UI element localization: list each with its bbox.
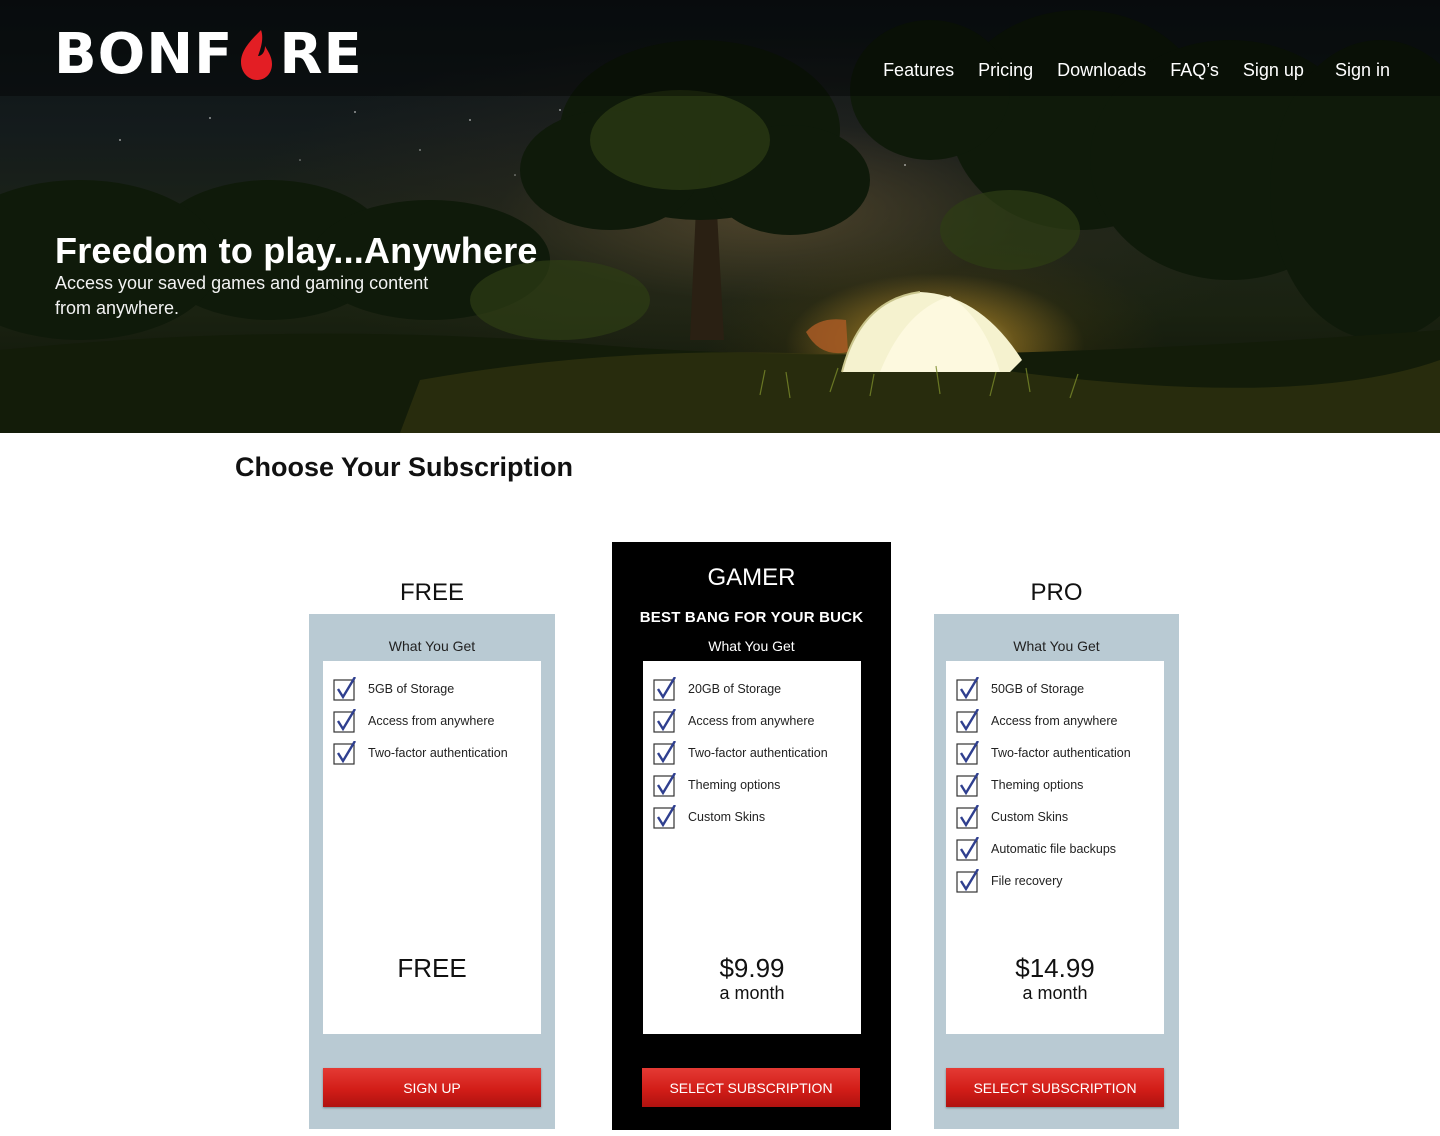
- checkbox-checked-icon: [653, 677, 677, 701]
- feature-item: Access from anywhere: [653, 709, 814, 733]
- feature-label: Two-factor authentication: [368, 746, 508, 760]
- flame-icon: [241, 30, 273, 80]
- plan-card-free: What You Get 5GB of Storage Access from …: [309, 614, 555, 1129]
- feature-label: Theming options: [688, 778, 781, 792]
- checkbox-checked-icon: [956, 805, 980, 829]
- feature-label: 20GB of Storage: [688, 682, 782, 696]
- feature-label: Theming options: [991, 778, 1084, 792]
- nav-faqs[interactable]: FAQ’s: [1170, 60, 1219, 81]
- checkbox-checked-icon: [956, 869, 980, 893]
- hero-banner: BONF RE Features Pricing Downloads FAQ’s…: [0, 0, 1440, 433]
- checkbox-checked-icon: [956, 773, 980, 797]
- section-title: Choose Your Subscription: [235, 452, 574, 482]
- checkbox-checked-icon: [333, 677, 357, 701]
- checkbox-checked-icon: [653, 805, 677, 829]
- feature-label: Access from anywhere: [688, 714, 815, 728]
- feature-panel: 20GB of Storage Access from anywhere Two…: [643, 661, 861, 1034]
- feature-label: 50GB of Storage: [991, 682, 1085, 696]
- plan-card-gamer: GAMER BEST BANG FOR YOUR BUCK What You G…: [612, 542, 891, 1130]
- checkbox-checked-icon: [956, 677, 980, 701]
- feature-label: Automatic file backups: [991, 842, 1117, 856]
- plan-tagline: BEST BANG FOR YOUR BUCK: [639, 609, 864, 626]
- feature-label: Two-factor authentication: [688, 746, 828, 760]
- select-subscription-gamer-button[interactable]: SELECT SUBSCRIPTION: [642, 1068, 860, 1107]
- feature-item: Automatic file backups: [956, 837, 1116, 861]
- feature-item: Custom Skins: [956, 805, 1068, 829]
- plan-price: FREE: [397, 953, 467, 983]
- feature-item: 20GB of Storage: [653, 677, 781, 701]
- hero-title: Freedom to play...Anywhere: [55, 230, 538, 271]
- checkbox-checked-icon: [333, 709, 357, 733]
- feature-item: Access from anywhere: [333, 709, 494, 733]
- plan-name-free: FREE: [399, 579, 464, 606]
- what-you-get-label: What You Get: [708, 638, 795, 654]
- nav-sign-up[interactable]: Sign up: [1243, 60, 1304, 81]
- nav-sign-in[interactable]: Sign in: [1335, 60, 1390, 81]
- plan-price: $14.99: [1015, 953, 1095, 983]
- plan-name-gamer: GAMER: [707, 564, 796, 591]
- feature-item: Two-factor authentication: [653, 741, 828, 765]
- checkbox-checked-icon: [956, 709, 980, 733]
- checkbox-checked-icon: [956, 837, 980, 861]
- feature-panel: 50GB of Storage Access from anywhere Two…: [946, 661, 1164, 1034]
- checkbox-checked-icon: [956, 741, 980, 765]
- feature-item: Theming options: [653, 773, 780, 797]
- feature-item: 5GB of Storage: [333, 677, 454, 701]
- feature-item: Theming options: [956, 773, 1083, 797]
- feature-item: File recovery: [956, 869, 1063, 893]
- logo-text-right: RE: [279, 22, 363, 87]
- feature-item: Custom Skins: [653, 805, 765, 829]
- bonfire-logo[interactable]: BONF RE: [54, 22, 363, 87]
- checkbox-checked-icon: [333, 741, 357, 765]
- nav-downloads[interactable]: Downloads: [1057, 60, 1146, 81]
- feature-label: Access from anywhere: [991, 714, 1118, 728]
- feature-item: Access from anywhere: [956, 709, 1117, 733]
- hero-subtitle: Access your saved games and gaming conte…: [55, 273, 429, 318]
- plan-period: a month: [1022, 983, 1088, 1003]
- plan-price: $9.99: [719, 953, 785, 983]
- feature-item: Two-factor authentication: [956, 741, 1131, 765]
- feature-label: Custom Skins: [991, 810, 1069, 824]
- feature-label: 5GB of Storage: [368, 682, 455, 696]
- feature-label: Two-factor authentication: [991, 746, 1131, 760]
- checkbox-checked-icon: [653, 741, 677, 765]
- nav-features[interactable]: Features: [883, 60, 954, 81]
- feature-item: Two-factor authentication: [333, 741, 508, 765]
- feature-label: File recovery: [991, 874, 1063, 888]
- feature-panel: 5GB of Storage Access from anywhere Two-…: [323, 661, 541, 1034]
- feature-item: 50GB of Storage: [956, 677, 1084, 701]
- what-you-get-label: What You Get: [388, 638, 476, 654]
- feature-label: Custom Skins: [688, 810, 766, 824]
- nav-pricing[interactable]: Pricing: [978, 60, 1033, 81]
- what-you-get-label: What You Get: [1013, 638, 1100, 654]
- logo-text-left: BONF: [54, 22, 234, 87]
- select-subscription-pro-button[interactable]: SELECT SUBSCRIPTION: [946, 1068, 1164, 1107]
- checkbox-checked-icon: [653, 709, 677, 733]
- plan-card-pro: What You Get 50GB of Storage Access from…: [934, 614, 1179, 1129]
- checkbox-checked-icon: [653, 773, 677, 797]
- feature-label: Access from anywhere: [368, 714, 495, 728]
- sign-up-button[interactable]: SIGN UP: [323, 1068, 541, 1107]
- main-nav: Features Pricing Downloads FAQ’s Sign up…: [859, 60, 1390, 81]
- plan-name-pro: PRO: [1030, 579, 1083, 606]
- plan-period: a month: [719, 983, 785, 1003]
